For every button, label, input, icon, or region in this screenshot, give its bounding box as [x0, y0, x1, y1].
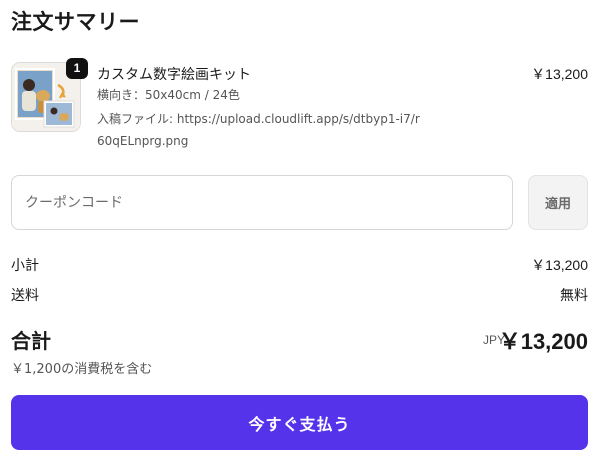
product-variant: 横向き：50x40cm / 24色 [97, 88, 240, 102]
coupon-code-input[interactable] [11, 175, 513, 230]
product-price: ￥13,200 [531, 66, 588, 82]
pay-now-button[interactable]: 今すぐ支払う [11, 395, 588, 450]
order-summary-title: 注文サマリー [11, 10, 140, 34]
quantity-badge: 1 [66, 58, 88, 79]
product-thumbnail: 1 [11, 58, 88, 132]
product-name: カスタム数字絵画キット [97, 67, 251, 83]
total-label: 合計 [11, 329, 51, 353]
total-value: ￥13,200 [498, 329, 588, 354]
apply-coupon-button[interactable]: 適用 [528, 175, 588, 230]
subtotal-label: 小計 [11, 258, 39, 274]
shipping-label: 送料 [11, 288, 39, 304]
subtotal-value: ￥13,200 [531, 257, 588, 273]
tax-note: ￥1,200の消費税を含む [11, 362, 153, 377]
shipping-value: 無料 [560, 288, 588, 304]
product-upload-file: 入稿ファイル: https://upload.cloudlift.app/s/d… [97, 112, 420, 148]
